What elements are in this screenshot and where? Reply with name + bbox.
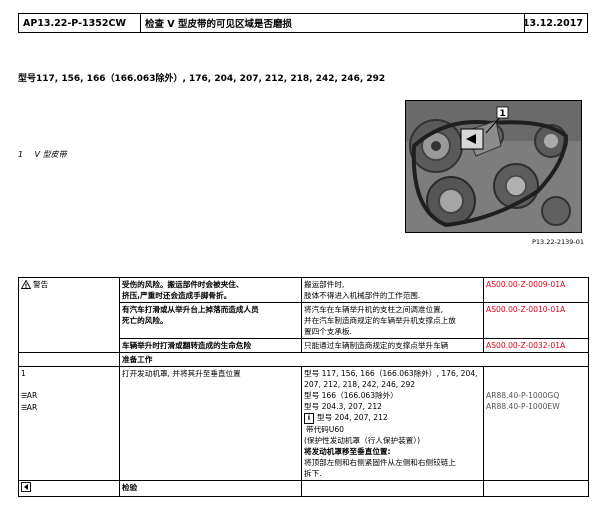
ar-label: AR [26,403,38,412]
step-action: 打开发动机罩, 并将其升至垂直位置 [119,366,302,481]
measure-text: 置四个支承板. [304,327,352,336]
warning-label: 警告 [33,280,49,289]
risk-text: 车辆举升时打滑或翻转造成的生命危险 [119,338,302,353]
doc-id: AP13.22-P-1352CW [19,14,141,32]
model-note: 型号 204.3, 207, 212 [304,402,382,411]
measure-text: 只能通过车辆制造商规定的支撑点举升车辆 [301,338,484,353]
info-icon: i [304,413,314,424]
procedure-table: ! 警告 受伤的风险。搬运部件时会被夹住、 挤压,严重时还会造成手脚骨折。 搬运… [18,277,589,497]
legend-number: 1 [18,150,24,159]
model-note: 将发动机罩移至垂直位置: [304,447,391,456]
model-note: 型号 204, 207, 212 [317,413,388,422]
inspection-icon [21,482,31,492]
risk-text: 死亡的风险。 [122,316,168,325]
section-heading: 准备工作 [119,352,589,367]
model-note: 207, 212, 218, 242, 246, 292 [304,380,416,389]
step-row-2: 检验 [18,480,589,497]
ar-label: AR [26,391,38,400]
measure-text: 将汽车在车辆举升机的支柱之间调准位置, [304,305,444,314]
warning-code-link[interactable]: AS00.00-Z-0010-01A [483,302,589,339]
ar-link-2[interactable]: ☰AR [21,402,117,414]
model-note: 将顶部左侧和右侧紧固件从左侧和右侧铰链上 [304,458,456,467]
ar-reference-link[interactable]: AR88.40-P-1000GQ [486,390,586,401]
model-note: 型号 166（166.063除外） [304,391,398,400]
model-note: 型号 117, 156, 166（166.063除外）, 176, 204, [304,369,478,378]
step-row-1: 1 ☰AR ☰AR 打开发动机罩, 并将其升至垂直位置 型号 117, 156,… [18,366,589,481]
ar-link-1[interactable]: ☰AR [21,390,117,402]
measure-text: 搬运部件时, [304,280,345,289]
ar-reference-link[interactable]: AR88.40-P-1000EW [486,401,586,412]
warning-triangle-icon: ! [21,280,31,289]
engine-belt-drawing: 1 [406,101,581,232]
step-action: 检验 [119,480,302,497]
warning-code-link[interactable]: AS00.00-Z-0032-01A [483,338,589,353]
measure-text: 肢体不得进入机械部件的工作范围. [304,291,421,300]
svg-text:!: ! [25,283,28,289]
document-header: AP13.22-P-1352CW 检查 V 型皮带的可见区域是否磨损 13.12… [18,13,588,33]
figure-callout: 1 [499,109,505,119]
model-applicability: 型号117, 156, 166（166.063除外）, 176, 204, 20… [18,74,386,84]
risk-text: 有汽车打滑或从举升台上掉落而造成人员 [122,305,259,314]
model-note: 拆下. [304,469,322,478]
figure-code: P13.22-2139-01 [532,238,585,246]
engine-photo: 1 [405,100,582,233]
warning-row-1: ! 警告 受伤的风险。搬运部件时会被夹住、 挤压,严重时还会造成手脚骨折。 搬运… [18,277,589,353]
risk-text: 挤压,严重时还会造成手脚骨折。 [122,291,232,300]
doc-date: 13.12.2017 [522,17,583,29]
step-number: 1 [21,369,26,378]
warning-label-cell: ! 警告 [18,277,120,353]
doc-title: 检查 V 型皮带的可见区域是否磨损 [141,14,525,32]
legend-text: V 型皮带 [34,150,67,159]
warning-code-link[interactable]: AS00.00-Z-0009-01A [483,277,589,303]
model-note: 带代码U60 [306,425,345,434]
prep-row: 准备工作 [18,352,589,367]
model-note: (保护性发动机罩（行人保护装置）) [304,436,421,445]
measure-text: 并在汽车制造商规定的车辆举升机支撑点上放 [304,316,456,325]
figure-legend: 1 V 型皮带 [18,149,67,160]
risk-text: 受伤的风险。搬运部件时会被夹住、 [122,280,244,289]
